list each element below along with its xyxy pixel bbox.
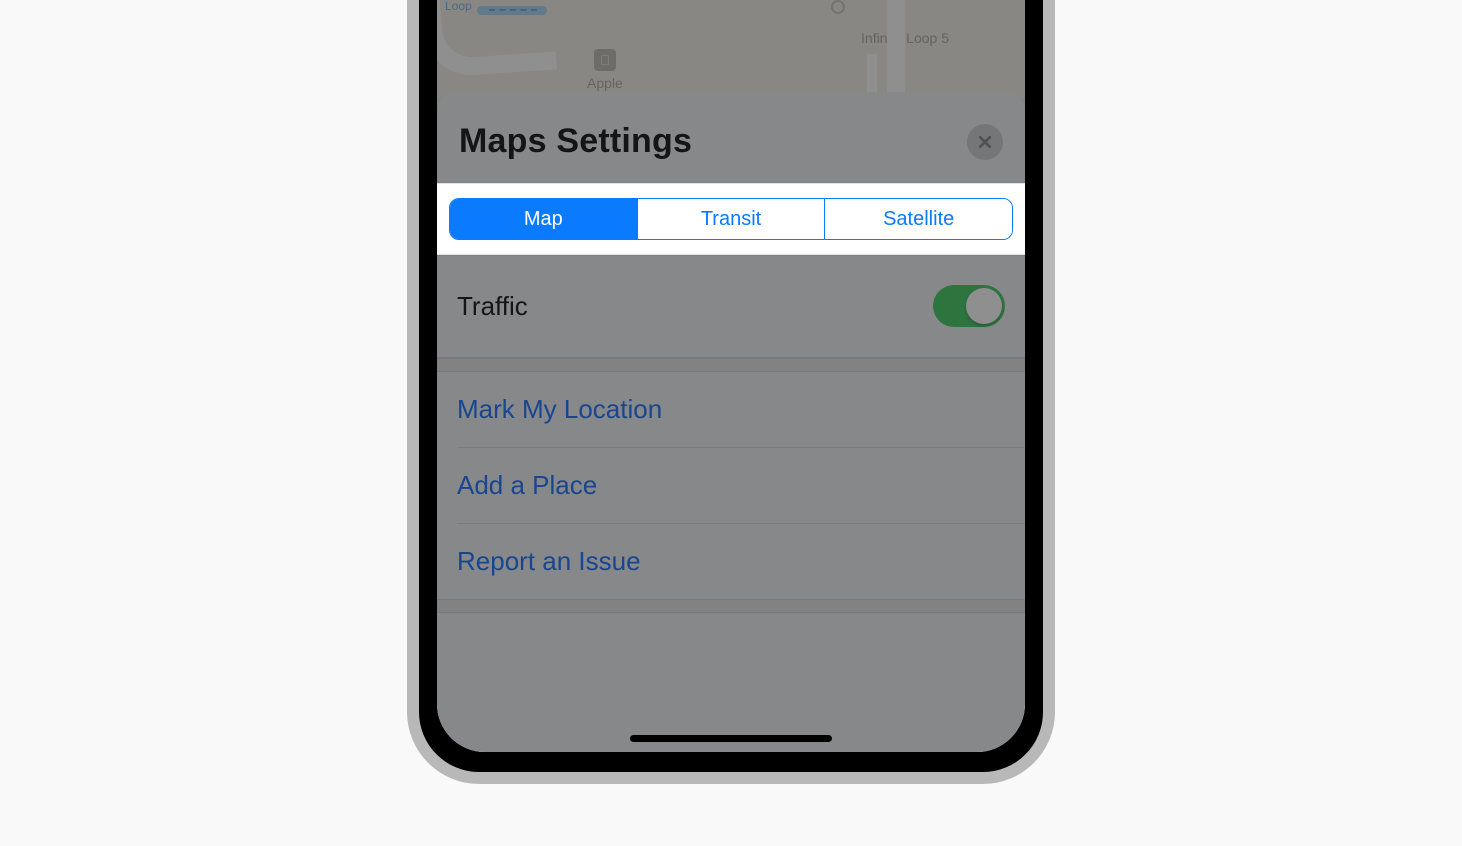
sheet-title: Maps Settings (459, 122, 692, 161)
row-add-a-place[interactable]: Add a Place (437, 448, 1025, 523)
map-label-infinite-loop-5: Infinite Loop 5 (861, 30, 949, 46)
apple-logo-icon (594, 49, 616, 71)
row-traffic-label: Traffic (457, 291, 528, 322)
row-mark-my-location-label: Mark My Location (457, 394, 662, 425)
segment-satellite-label: Satellite (883, 208, 954, 231)
map-poi-apple-label: Apple (587, 75, 623, 91)
section-gap (437, 358, 1025, 372)
phone-screen: Loop Infinite Loop 5 Apple Maps Settings (437, 0, 1025, 752)
phone-frame: Loop Infinite Loop 5 Apple Maps Settings (407, 0, 1055, 784)
settings-sheet: Maps Settings Map Transit (437, 92, 1025, 752)
traffic-toggle[interactable] (933, 285, 1005, 327)
row-mark-my-location[interactable]: Mark My Location (437, 372, 1025, 447)
row-report-an-issue-label: Report an Issue (457, 546, 641, 577)
section-gap (437, 599, 1025, 613)
map-type-segmented-band: Map Transit Satellite (437, 183, 1025, 255)
segment-transit[interactable]: Transit (637, 199, 825, 239)
map-type-segmented-control: Map Transit Satellite (449, 198, 1013, 240)
close-icon (977, 134, 993, 150)
segment-transit-label: Transit (701, 208, 761, 231)
segment-satellite[interactable]: Satellite (824, 199, 1012, 239)
road-shape-small (477, 6, 547, 15)
road-shape-right (887, 0, 905, 98)
map-poi-apple: Apple (587, 49, 623, 91)
map-background: Loop Infinite Loop 5 Apple (437, 0, 1025, 98)
segment-map-label: Map (524, 208, 563, 231)
map-poi-dot (831, 0, 845, 14)
sheet-header: Maps Settings (437, 92, 1025, 183)
toggle-knob (966, 288, 1002, 324)
row-add-a-place-label: Add a Place (457, 470, 597, 501)
row-traffic: Traffic (437, 255, 1025, 358)
segment-map[interactable]: Map (450, 199, 637, 239)
row-report-an-issue[interactable]: Report an Issue (437, 524, 1025, 599)
home-indicator[interactable] (630, 735, 832, 742)
close-button[interactable] (967, 124, 1003, 160)
map-label-loop: Loop (445, 0, 472, 13)
